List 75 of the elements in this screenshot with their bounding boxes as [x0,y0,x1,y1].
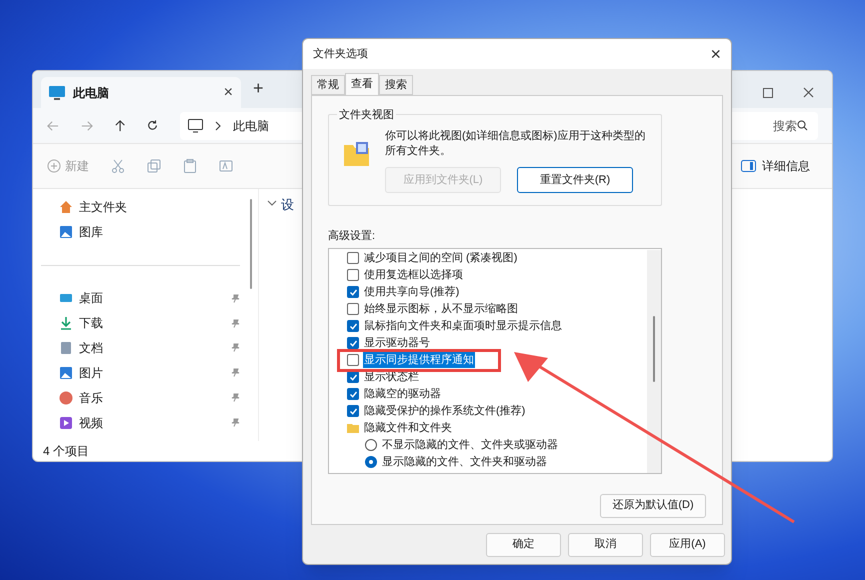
checkbox[interactable] [347,371,359,383]
chevron-down-icon[interactable] [267,200,277,206]
folder-icon [343,141,371,167]
checkbox[interactable] [347,303,359,315]
dialog-tab[interactable]: 常规 [311,75,345,95]
setting-label[interactable]: 显示同步提供程序通知 [363,352,475,368]
folder-icon [347,423,359,433]
chevron-right-icon [215,120,222,130]
section-label: 高级设置: [328,228,376,244]
scrollbar-thumb[interactable] [250,199,252,289]
details-button[interactable]: 详细信息 [741,157,810,175]
sidebar-item[interactable]: 音乐 [59,385,240,410]
dialog-button[interactable]: 应用(A) [650,532,725,556]
sidebar-item[interactable]: 下载 [59,310,240,336]
picture-icon [59,366,73,380]
dialog-close-button[interactable]: × [710,40,721,68]
description-text: 你可以将此视图(如详细信息或图标)应用于这种类型的所有文件夹。 [385,129,646,159]
dialog-tab[interactable]: 查看 [345,73,379,95]
setting-label[interactable]: 隐藏空的驱动器 [363,386,442,402]
new-tab-button[interactable]: + [253,75,264,102]
sidebar-item[interactable]: 桌面 [59,286,240,311]
section-header: 设 [281,196,294,214]
setting-label[interactable]: 使用复选框以选择项 [363,266,464,284]
dialog-button[interactable]: 取消 [568,532,643,556]
scrollbar-thumb[interactable] [653,316,655,382]
video-icon [59,416,73,430]
monitor-icon [49,86,65,100]
setting-label[interactable]: 鼠标指向文件夹和桌面项时显示提示信息 [363,318,563,334]
setting-label[interactable]: 显示隐藏的文件、文件夹和驱动器 [381,454,548,470]
checkbox[interactable] [347,354,359,366]
checkbox[interactable] [347,252,359,264]
panel-icon [741,160,756,172]
tab-close-button[interactable]: × [224,80,233,104]
setting-label[interactable]: 使用共享向导(推荐) [363,284,460,300]
check-icon [348,288,358,296]
plus-circle-icon [47,159,61,173]
address-text: 此电脑 [233,118,270,134]
setting-label[interactable]: 减少项目之间的空间 (紧凑视图) [363,250,518,266]
house-icon [59,200,73,214]
close-icon[interactable] [803,87,814,98]
setting-label[interactable]: 始终显示图标，从不显示缩略图 [363,300,519,318]
dialog-button[interactable]: 确定 [486,532,561,556]
tab-title: 此电脑 [73,84,110,102]
maximize-icon[interactable] [763,88,773,98]
picture-icon [59,225,73,240]
setting-label[interactable]: 隐藏受保护的操作系统文件(推荐) [363,402,526,420]
download-icon [59,316,73,330]
dialog-tab[interactable]: 搜索 [379,75,413,95]
restore-defaults-button[interactable]: 还原为默认值(D) [600,494,706,518]
checkbox[interactable] [347,337,359,349]
document-icon [59,340,73,355]
up-arrow-icon[interactable] [114,118,126,132]
sidebar-item[interactable]: 主文件夹 [59,195,240,220]
sidebar-item[interactable]: 图片 [59,360,240,386]
dialog-title: 文件夹选项 [313,46,368,62]
dialog-button[interactable]: 重置文件夹(R) [517,167,633,193]
refresh-icon[interactable] [147,119,158,132]
sidebar-item[interactable]: 文档 [59,335,240,360]
setting-label[interactable]: 显示驱动器号 [363,334,431,352]
clipboard-icon[interactable] [183,159,197,173]
sidebar-item[interactable]: 视频 [59,410,240,436]
checkbox[interactable] [347,405,359,417]
checkbox[interactable] [347,286,359,298]
setting-label[interactable]: 不显示隐藏的文件、文件夹或驱动器 [381,436,559,454]
radio-button[interactable] [365,439,377,451]
setting-label[interactable]: 隐藏文件和文件夹 [363,420,453,436]
monitor-icon [188,118,204,132]
checkbox[interactable] [347,269,359,281]
checkbox[interactable] [347,388,359,400]
radio-button[interactable] [365,456,377,468]
search-icon [797,120,808,131]
browser-tab[interactable]: 此电脑 × [41,77,241,108]
checkbox[interactable] [347,320,359,332]
status-text: 4 个项目 [43,443,90,460]
sidebar-item[interactable]: 图库 [59,220,240,245]
